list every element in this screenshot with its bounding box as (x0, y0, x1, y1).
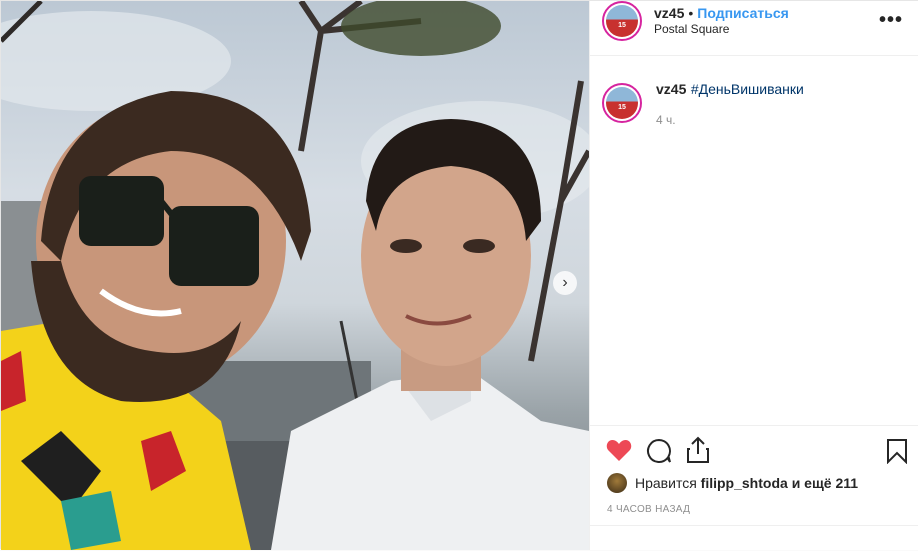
caption-time[interactable]: 4 ч. (656, 113, 918, 127)
liker-username[interactable]: filipp_shtoda (701, 475, 788, 491)
caption-hashtag[interactable]: #ДеньВишиванки (691, 81, 804, 97)
caption-username[interactable]: vz45 (656, 81, 686, 97)
photo-illustration (1, 1, 589, 550)
likes-count[interactable]: и ещё 211 (792, 475, 858, 491)
instagram-post: › 15 vz45 • Подписаться Postal Square ••• … (0, 0, 918, 550)
post-photo[interactable]: › (1, 1, 589, 550)
post-header: 15 vz45 • Подписаться Postal Square ••• (590, 1, 918, 56)
header-avatar[interactable]: 15 (602, 1, 642, 41)
more-options-icon[interactable]: ••• (879, 9, 903, 32)
bookmark-icon[interactable] (886, 438, 908, 469)
header-username[interactable]: vz45 (654, 5, 684, 21)
post-side-panel: 15 vz45 • Подписаться Postal Square ••• 15… (589, 1, 918, 550)
share-icon[interactable] (686, 436, 710, 469)
liker-avatar[interactable] (607, 473, 627, 493)
comment-icon[interactable] (646, 438, 672, 469)
header-user-line: vz45 • Подписаться (654, 5, 789, 23)
comment-area (590, 525, 918, 551)
post-location[interactable]: Postal Square (654, 22, 729, 36)
caption-avatar[interactable]: 15 (602, 83, 642, 123)
posted-time[interactable]: 4 ЧАСОВ НАЗАД (607, 504, 690, 515)
next-photo-button[interactable]: › (553, 271, 577, 295)
likes-prefix: Нравится (635, 475, 697, 491)
chevron-right-icon: › (562, 274, 568, 291)
post-caption: vz45 #ДеньВишиванки 4 ч. (656, 81, 918, 127)
follow-button[interactable]: Подписаться (697, 5, 789, 21)
likes-line: Нравится filipp_shtoda и ещё 211 (607, 473, 858, 493)
heart-icon[interactable] (606, 438, 632, 467)
separator-dot: • (688, 5, 694, 21)
